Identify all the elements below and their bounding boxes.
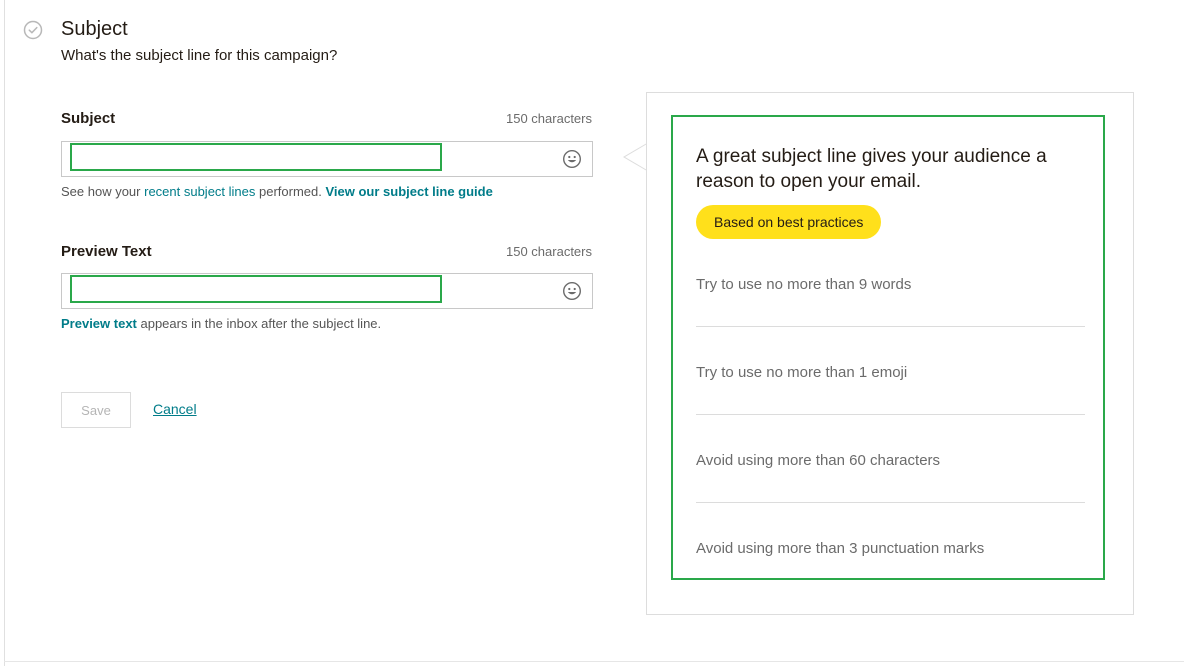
preview-help-text: Preview text appears in the inbox after … — [61, 316, 381, 331]
subject-tips-panel: A great subject line gives your audience… — [646, 92, 1134, 615]
preview-text-label: Preview Text — [61, 243, 152, 260]
cancel-link[interactable]: Cancel — [153, 401, 197, 417]
frame-bottom-border — [4, 661, 1184, 662]
tip-divider — [696, 414, 1085, 415]
tip-divider — [696, 502, 1085, 503]
preview-char-count: 150 characters — [506, 244, 592, 259]
tips-headline: A great subject line gives your audience… — [696, 146, 1047, 192]
tips-highlight-box: A great subject line gives your audience… — [671, 115, 1105, 580]
subject-help-prefix: See how your — [61, 184, 145, 199]
subject-help-middle: performed. — [255, 184, 326, 199]
preview-input-wrapper — [61, 273, 593, 309]
save-button[interactable]: Save — [61, 392, 131, 428]
preview-help-suffix: appears in the inbox after the subject l… — [136, 316, 382, 331]
subject-input[interactable] — [70, 143, 442, 171]
section-title: Subject — [61, 18, 128, 40]
subject-line-guide-link[interactable]: View our subject line guide — [325, 184, 492, 199]
preview-text-link[interactable]: Preview text — [61, 316, 137, 331]
subject-label: Subject — [61, 110, 116, 127]
tip-divider — [696, 326, 1085, 327]
frame-left-border — [4, 0, 5, 666]
tip-item: Try to use no more than 9 words — [696, 276, 912, 293]
subject-input-wrapper — [61, 141, 593, 177]
check-circle-icon — [23, 20, 43, 40]
subject-char-count: 150 characters — [506, 111, 592, 126]
recent-subject-lines-link[interactable]: recent subject lines — [144, 184, 255, 199]
preview-text-input[interactable] — [70, 275, 442, 303]
smiley-icon[interactable] — [562, 281, 582, 301]
section-subtitle: What's the subject line for this campaig… — [61, 47, 338, 64]
tip-item: Avoid using more than 60 characters — [696, 452, 941, 469]
tip-item: Avoid using more than 3 punctuation mark… — [696, 540, 985, 557]
subject-help-text: See how your recent subject lines perfor… — [61, 184, 493, 199]
tip-item: Try to use no more than 1 emoji — [696, 364, 908, 381]
smiley-icon[interactable] — [562, 149, 582, 169]
best-practices-badge: Based on best practices — [696, 205, 882, 239]
